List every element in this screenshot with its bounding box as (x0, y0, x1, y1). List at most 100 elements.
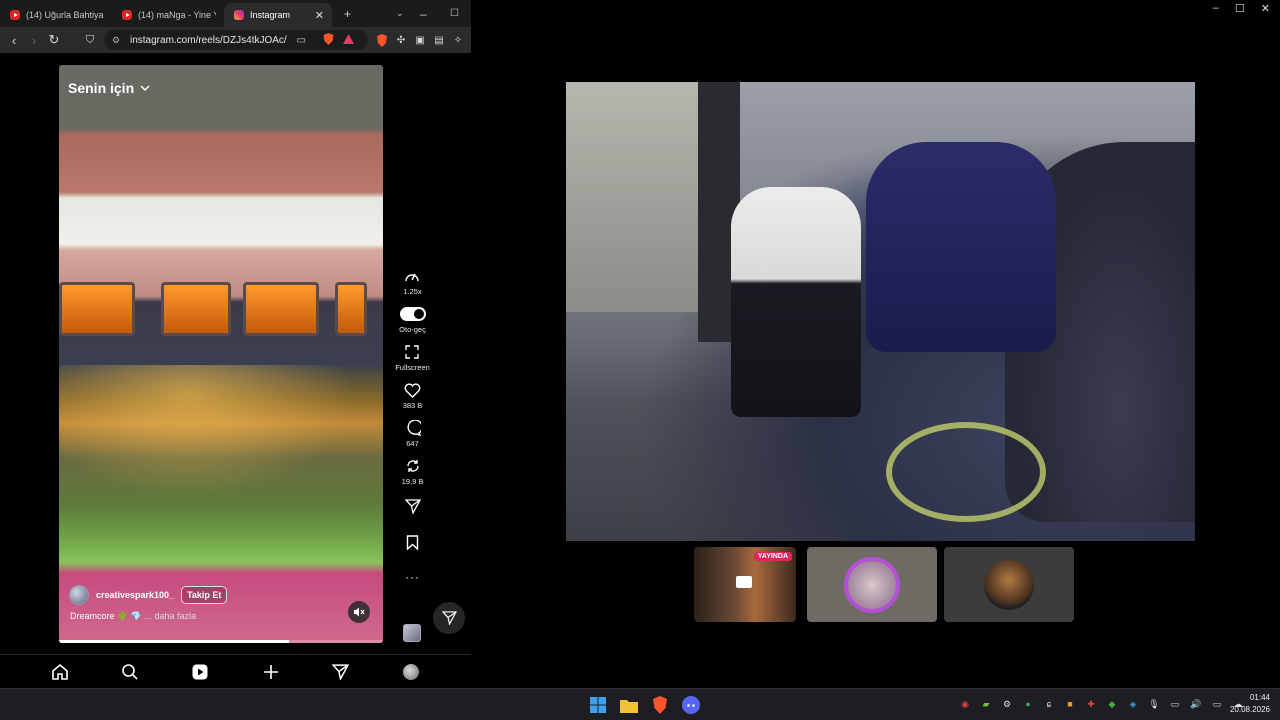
cast-icon[interactable]: ▭ (297, 35, 306, 46)
author-avatar[interactable] (69, 585, 89, 605)
reel-scene-window (243, 282, 319, 336)
more-options-button[interactable]: ··· (405, 568, 420, 586)
comment-button[interactable]: 647 (405, 419, 421, 448)
save-button[interactable] (406, 533, 419, 551)
nav-reels[interactable] (187, 659, 213, 685)
shields-icon[interactable] (373, 30, 391, 50)
nav-home[interactable] (47, 659, 73, 685)
send-icon (404, 498, 421, 514)
follow-button[interactable]: Takip Et (181, 586, 228, 604)
tab-youtube-2[interactable]: (14) maNga - Yine Yen (112, 3, 224, 27)
puzzle-icon[interactable]: ✣ (392, 30, 410, 50)
reels-icon (192, 664, 208, 679)
settings-icon[interactable]: ⚙ (1000, 697, 1014, 711)
tray-app-icon[interactable]: ● (1021, 697, 1035, 711)
reel-author: creativespark100_ Takip Et (69, 585, 228, 605)
system-clock[interactable]: 01:44 20.08.2026 (1230, 692, 1270, 716)
tray-app-icon[interactable]: ◈ (1126, 697, 1140, 711)
speed-control[interactable]: 1.25x (403, 267, 422, 296)
sidebar-icon[interactable]: ▣ (411, 30, 429, 50)
tray-app-icon[interactable]: ■ (1063, 697, 1077, 711)
taskbar-apps (586, 693, 703, 717)
nav-profile[interactable] (398, 659, 424, 685)
file-explorer-button[interactable] (617, 693, 641, 717)
minimize-button[interactable]: – (420, 0, 427, 27)
messages-button[interactable] (433, 602, 465, 634)
volume-icon[interactable]: 🔊 (1189, 697, 1203, 711)
reel-actions: 1.25x Oto-geç Fullscreen 383 B 647 19,9 … (390, 267, 435, 595)
youtube-icon (10, 10, 20, 20)
microphone-icon[interactable]: 🎙 (1147, 697, 1161, 711)
share-button[interactable] (404, 497, 421, 515)
send-icon (441, 611, 457, 625)
nav-search[interactable] (117, 659, 143, 685)
network-icon[interactable]: ▭ (1168, 697, 1182, 711)
bottom-navigation (0, 654, 471, 688)
site-info-icon[interactable]: ⚙ (112, 35, 124, 46)
video-scene-person (866, 142, 1056, 352)
discord-icon (682, 696, 700, 714)
stream-window: – ☐ ✕ YAYINDA (472, 0, 1280, 688)
maximize-button[interactable]: ☐ (1235, 2, 1245, 15)
wallet-icon[interactable]: ▤ (430, 30, 448, 50)
close-button[interactable]: ✕ (1261, 2, 1270, 15)
tab-youtube-1[interactable]: (14) Uğurla Bahtiyarla (0, 3, 112, 27)
live-badge: YAYINDA (753, 552, 792, 561)
back-icon[interactable]: ‹ (4, 30, 24, 50)
brave-shields-icon[interactable] (323, 32, 334, 48)
reel-progress-bar[interactable] (59, 640, 383, 643)
tab-search-chevron-icon[interactable]: ⌄ (396, 0, 404, 27)
reload-icon[interactable]: ↻ (44, 30, 64, 50)
address-bar[interactable]: ⚙ instagram.com/reels/DZJs4tkJOAc/ ▭ (104, 30, 368, 50)
tab-bar: (14) Uğurla Bahtiyarla (14) maNga - Yine… (0, 0, 471, 27)
tray-app-icon[interactable]: ◉ (958, 697, 972, 711)
repost-button[interactable]: 19,9 B (402, 457, 423, 486)
author-username[interactable]: creativespark100_ (96, 590, 174, 600)
speaker-muted-icon (354, 607, 365, 617)
tab-instagram[interactable]: Instagram ✕ (224, 3, 332, 27)
minimize-button[interactable]: – (1213, 2, 1219, 15)
new-tab-button[interactable]: + (344, 0, 351, 27)
reel-scene-window (161, 282, 231, 336)
send-icon (332, 663, 350, 680)
plus-icon (263, 664, 278, 679)
participant-tile[interactable] (807, 547, 937, 622)
tray-app-icon[interactable]: ✚ (1084, 697, 1098, 711)
bookmark-icon[interactable]: ⛉ (80, 30, 100, 50)
maximize-button[interactable]: ☐ (450, 0, 459, 27)
close-tab-icon[interactable]: ✕ (315, 9, 324, 22)
mute-button[interactable] (348, 601, 370, 623)
discord-button[interactable] (679, 693, 703, 717)
caption-more-link[interactable]: ... daha fazla (144, 611, 196, 621)
participant-tile-streamer[interactable]: YAYINDA (694, 547, 796, 622)
tray-app-icon[interactable]: ◆ (1105, 697, 1119, 711)
forward-icon[interactable]: › (24, 30, 44, 50)
screen-share-icon (736, 576, 752, 588)
audio-thumbnail[interactable] (403, 624, 421, 642)
battery-icon[interactable]: ▭ (1210, 697, 1224, 711)
toggle-switch-icon (399, 307, 426, 321)
stream-video[interactable] (566, 82, 1195, 541)
reel-video[interactable]: Senin için creativespark100_ Takip Et Dr… (59, 65, 383, 643)
participant-tile[interactable] (944, 547, 1074, 622)
comment-count: 647 (406, 439, 419, 448)
nav-create[interactable] (258, 659, 284, 685)
tab-label: (14) Uğurla Bahtiyarla (26, 10, 104, 20)
feed-selector[interactable]: Senin için (68, 80, 150, 96)
start-button[interactable] (586, 693, 610, 717)
url-text: instagram.com/reels/DZJs4tkJOAc/ (130, 34, 287, 46)
brave-rewards-icon[interactable] (343, 33, 354, 47)
tray-app-icon[interactable]: ɕ (1042, 697, 1056, 711)
feed-title: Senin için (68, 80, 135, 96)
like-count: 383 B (402, 401, 423, 410)
fullscreen-label: Fullscreen (395, 363, 430, 372)
fullscreen-button[interactable]: Fullscreen (395, 343, 430, 372)
nvidia-icon[interactable]: ▰ (979, 697, 993, 711)
nav-messages[interactable] (328, 659, 354, 685)
leo-icon[interactable]: ✧ (449, 30, 467, 50)
autoplay-toggle[interactable]: Oto-geç (399, 305, 426, 334)
home-icon (52, 663, 68, 680)
brave-browser-button[interactable] (648, 693, 672, 717)
taskbar: ◉ ▰ ⚙ ● ɕ ■ ✚ ◆ ◈ 🎙 ▭ 🔊 ▭ ☁ 01:44 20.08.… (0, 688, 1280, 720)
like-button[interactable]: 383 B (402, 381, 423, 410)
